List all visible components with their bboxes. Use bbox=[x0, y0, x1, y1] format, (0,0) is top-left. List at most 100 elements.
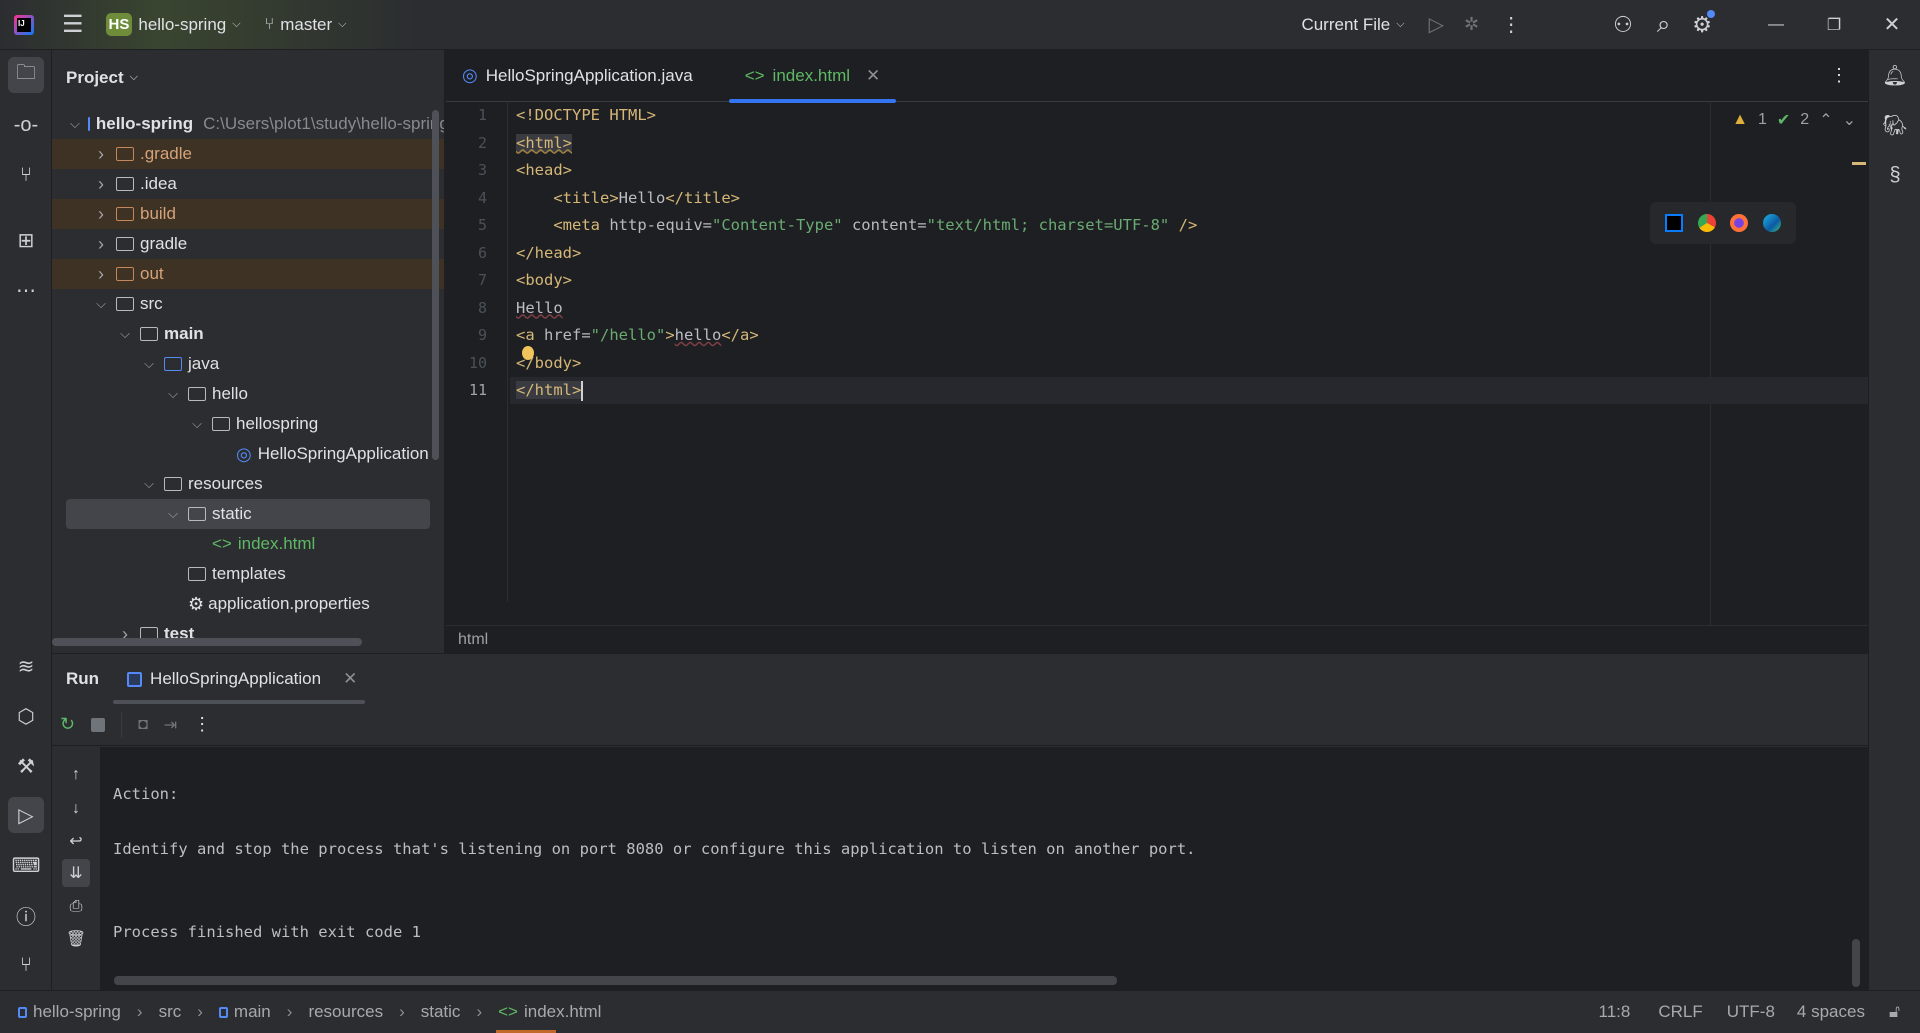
editor-breadcrumb[interactable]: html bbox=[446, 625, 1868, 653]
scroll-up-icon[interactable]: ↑ bbox=[62, 761, 90, 789]
code-line[interactable]: <html> bbox=[510, 130, 1868, 157]
clear-console-icon[interactable]: 🗑︎ bbox=[62, 925, 90, 953]
tree-item[interactable]: › .idea bbox=[52, 169, 444, 199]
structure-icon[interactable]: ⊞ bbox=[8, 222, 44, 258]
caret-position[interactable]: 11:8 bbox=[1599, 1002, 1631, 1022]
more-icon[interactable]: ⋮ bbox=[1501, 12, 1521, 37]
screenshot-icon[interactable]: ◘ bbox=[138, 716, 148, 734]
tree-item[interactable]: ⌵ resources bbox=[52, 469, 444, 499]
breadcrumb-item[interactable]: static bbox=[421, 1002, 461, 1022]
run-config-selector[interactable]: Current File ⌵ bbox=[1295, 8, 1410, 42]
tab-index-html[interactable]: <> index.html ✕ bbox=[728, 50, 897, 103]
tree-item[interactable]: ⌵ hellospring bbox=[52, 409, 444, 439]
console-vscrollbar[interactable] bbox=[1852, 939, 1860, 987]
rerun-icon[interactable]: ↻ bbox=[60, 714, 75, 735]
project-selector[interactable]: HS hello-spring ⌵ bbox=[100, 8, 247, 42]
add-user-icon[interactable]: ⚇ bbox=[1613, 12, 1633, 38]
tree-scrollbar[interactable] bbox=[432, 110, 439, 460]
code-line[interactable]: </body> bbox=[510, 345, 1868, 377]
project-panel-header[interactable]: Project ⌵ bbox=[52, 50, 444, 105]
chevron-down-icon[interactable]: ⌵ bbox=[166, 386, 180, 402]
python-icon[interactable]: § bbox=[1877, 157, 1913, 193]
code-line[interactable]: <body> bbox=[510, 267, 1868, 294]
stop-icon[interactable] bbox=[91, 717, 106, 732]
tree-item[interactable]: templates bbox=[52, 559, 444, 589]
breadcrumb-item[interactable]: hello-spring bbox=[33, 1002, 121, 1022]
tree-item[interactable]: ⌵ src bbox=[52, 289, 444, 319]
tree-item[interactable]: ⚙ application.properties bbox=[52, 589, 444, 619]
chevron-right-icon[interactable]: › bbox=[94, 144, 108, 165]
branch-selector[interactable]: ⑂ master ⌵ bbox=[259, 8, 353, 42]
tab-hello-spring-application[interactable]: ◎ HelloSpringApplication.java bbox=[446, 50, 709, 102]
search-icon[interactable]: ⌕ bbox=[1657, 11, 1670, 39]
chevron-right-icon[interactable]: › bbox=[94, 204, 108, 225]
chevron-down-icon[interactable]: ⌵ bbox=[142, 476, 156, 492]
breadcrumb-item[interactable]: index.html bbox=[524, 1002, 601, 1022]
line-separator[interactable]: CRLF bbox=[1658, 1002, 1702, 1022]
problems-icon[interactable]: ⓘ bbox=[8, 897, 44, 933]
breadcrumb-item[interactable]: src bbox=[159, 1002, 182, 1022]
gradle-icon[interactable]: 🐘︎ bbox=[1877, 107, 1913, 143]
chevron-right-icon[interactable]: › bbox=[94, 234, 108, 255]
close-tab-icon[interactable]: ✕ bbox=[866, 66, 880, 86]
file-encoding[interactable]: UTF-8 bbox=[1727, 1002, 1775, 1022]
tree-root[interactable]: ⌵ hello-spring C:\Users\plot1\study\hell… bbox=[52, 109, 444, 139]
soft-wrap-icon[interactable]: ↩ bbox=[62, 827, 90, 855]
tree-item[interactable]: ⌵ java bbox=[52, 349, 444, 379]
commit-tool-icon[interactable]: -o- bbox=[8, 107, 44, 143]
code-line[interactable]: Hello bbox=[510, 295, 1868, 322]
breadcrumb-item[interactable]: main bbox=[234, 1002, 271, 1022]
indent-setting[interactable]: 4 spaces bbox=[1797, 1002, 1865, 1022]
print-icon[interactable]: ⎙ bbox=[62, 893, 90, 921]
git-icon[interactable]: ⑂ bbox=[8, 947, 44, 983]
notifications-icon[interactable]: 🔔︎ bbox=[1877, 57, 1913, 93]
tree-item[interactable]: <> index.html bbox=[52, 529, 444, 559]
build-icon[interactable]: ⚒ bbox=[8, 748, 44, 784]
code-line[interactable]: <a href="/hello">hello</a> bbox=[510, 322, 1868, 349]
chevron-down-icon[interactable]: ⌵ bbox=[142, 356, 156, 372]
settings-icon[interactable]: ⚙ bbox=[1692, 9, 1715, 38]
close-run-tab-icon[interactable]: ✕ bbox=[343, 669, 357, 689]
debug-icon[interactable]: ✲ bbox=[1464, 14, 1479, 35]
run-tool-icon[interactable]: ▷ bbox=[8, 797, 44, 833]
code-line[interactable]: <meta http-equiv="Content-Type" content=… bbox=[510, 212, 1868, 239]
scroll-to-end-icon[interactable]: ⇊ bbox=[62, 859, 90, 887]
run-icon[interactable]: ▷ bbox=[1429, 12, 1444, 37]
code-line[interactable]: </html> bbox=[510, 377, 1868, 404]
layers-icon[interactable]: ≋ bbox=[8, 648, 44, 684]
tree-item[interactable]: ⌵ main bbox=[52, 319, 444, 349]
more-options-icon[interactable]: ⋮ bbox=[193, 714, 211, 735]
more-tools-icon[interactable]: ⋯ bbox=[8, 272, 44, 308]
intention-bulb-icon[interactable] bbox=[522, 345, 534, 360]
scroll-down-icon[interactable]: ↓ bbox=[62, 795, 90, 823]
chevron-right-icon[interactable]: › bbox=[94, 174, 108, 195]
main-menu-icon[interactable]: ☰ bbox=[62, 10, 84, 39]
intellij-logo-icon[interactable]: IJ bbox=[14, 14, 34, 35]
tree-item[interactable]: › out bbox=[52, 259, 444, 289]
chevron-down-icon[interactable]: ⌵ bbox=[190, 416, 204, 432]
exit-icon[interactable]: ⇥ bbox=[164, 715, 177, 735]
tree-item[interactable]: ◎ HelloSpringApplication bbox=[52, 439, 444, 469]
tree-item[interactable]: ⌵ static bbox=[66, 499, 430, 529]
chevron-down-icon[interactable]: ⌵ bbox=[118, 326, 132, 342]
breadcrumb-item[interactable]: resources bbox=[308, 1002, 383, 1022]
code-line[interactable]: <head> bbox=[510, 157, 1868, 184]
tree-item[interactable]: › build bbox=[52, 199, 444, 229]
code-line[interactable]: <title>Hello</title> bbox=[510, 185, 1868, 212]
project-tool-icon[interactable]: 🗀 bbox=[8, 57, 44, 93]
tree-hscrollbar[interactable] bbox=[52, 638, 362, 646]
run-tab[interactable]: HelloSpringApplication ✕ bbox=[113, 654, 366, 704]
console-hscrollbar[interactable] bbox=[114, 976, 1117, 985]
tree-item[interactable]: ⌵ hello bbox=[52, 379, 444, 409]
close-window-button[interactable]: ✕ bbox=[1872, 12, 1912, 37]
tree-item[interactable]: › gradle bbox=[52, 229, 444, 259]
minimize-button[interactable]: — bbox=[1756, 16, 1796, 34]
code-line[interactable]: </head> bbox=[510, 240, 1868, 267]
chevron-down-icon[interactable]: ⌵ bbox=[94, 296, 108, 312]
chevron-down-icon[interactable]: ⌵ bbox=[166, 506, 180, 522]
chevron-right-icon[interactable]: › bbox=[94, 264, 108, 285]
restore-button[interactable]: ❐ bbox=[1814, 15, 1854, 35]
tab-options-icon[interactable]: ⋮ bbox=[1830, 65, 1848, 86]
tree-item[interactable]: › .gradle bbox=[52, 139, 444, 169]
code-line[interactable]: <!DOCTYPE HTML> bbox=[510, 102, 1868, 129]
